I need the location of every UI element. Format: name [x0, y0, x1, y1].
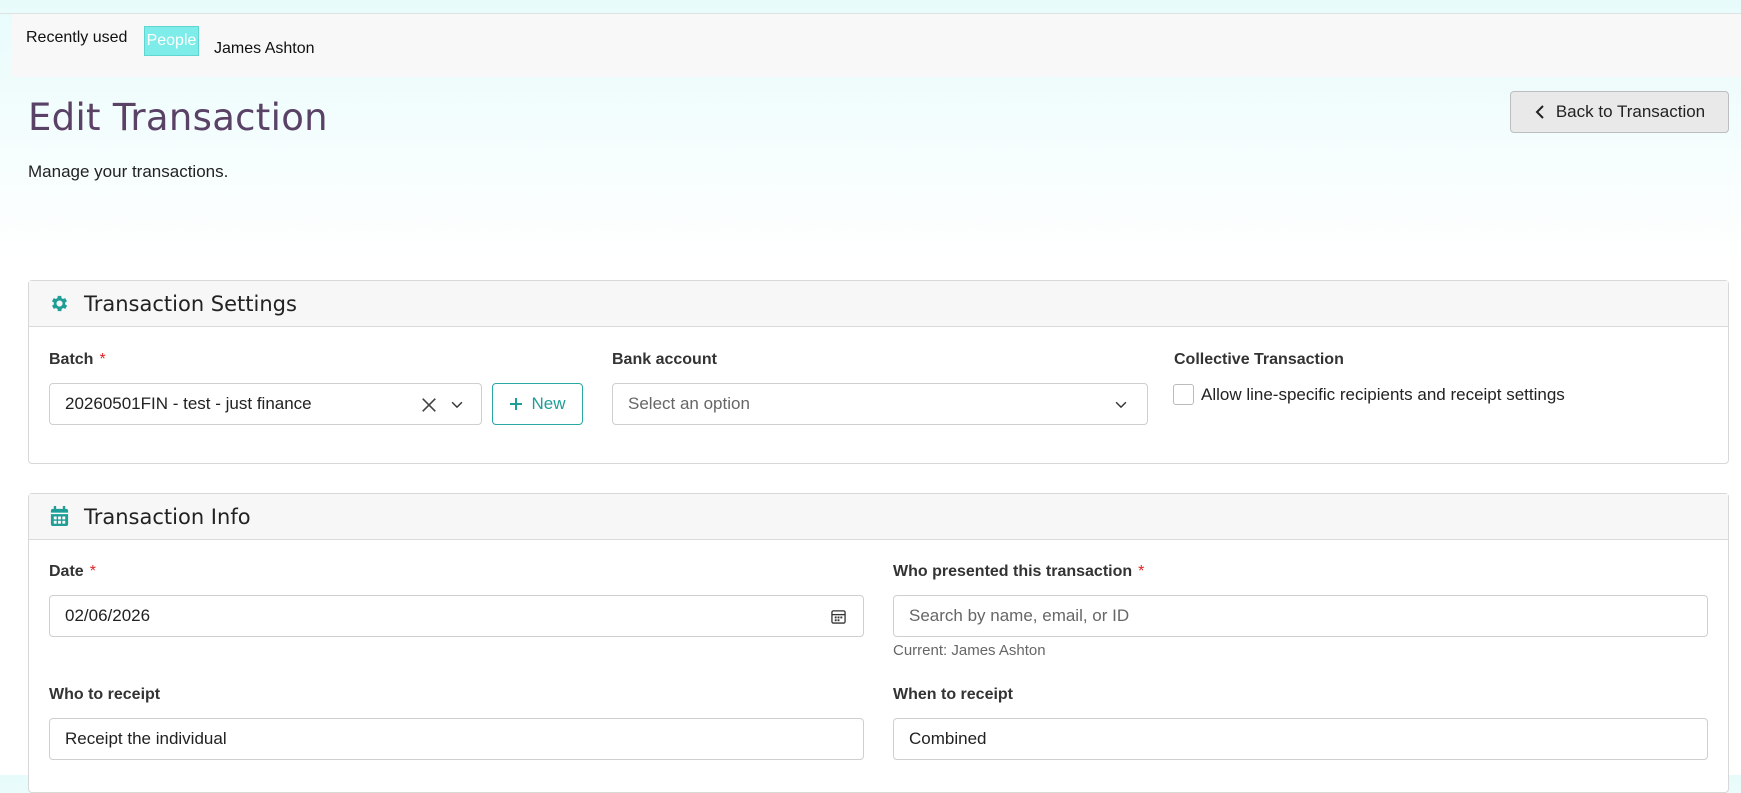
presenter-search-input[interactable]: Search by name, email, or ID: [893, 595, 1708, 637]
recent-person-link[interactable]: James Ashton: [214, 40, 315, 58]
transaction-settings-title: Transaction Settings: [84, 291, 297, 316]
people-chip[interactable]: People: [144, 26, 199, 56]
chevron-down-icon[interactable]: [1111, 395, 1131, 415]
presenter-label-text: Who presented this transaction: [893, 563, 1133, 580]
calendar-picker-icon[interactable]: [829, 607, 847, 625]
when-to-receipt-value: Combined: [909, 729, 987, 748]
back-to-transaction-button[interactable]: Back to Transaction: [1510, 91, 1729, 133]
who-to-receipt-label: Who to receipt: [49, 686, 161, 703]
who-to-receipt-value: Receipt the individual: [65, 729, 227, 748]
required-marker: *: [89, 563, 96, 580]
bank-account-label: Bank account: [612, 351, 717, 368]
chevron-down-icon[interactable]: [447, 395, 467, 415]
required-marker: *: [1138, 563, 1145, 580]
bank-account-select[interactable]: Select an option: [612, 383, 1148, 425]
clear-icon[interactable]: [419, 395, 439, 415]
transaction-info-card: Transaction Info Date * 02/06/2026 Who pr…: [28, 493, 1729, 793]
collective-checkbox[interactable]: [1173, 384, 1194, 405]
date-input[interactable]: 02/06/2026: [49, 595, 864, 637]
presenter-placeholder: Search by name, email, or ID: [909, 606, 1130, 625]
presenter-label: Who presented this transaction *: [893, 563, 1144, 581]
collective-checkbox-label[interactable]: Allow line-specific recipients and recei…: [1201, 385, 1565, 405]
current-presenter-hint: Current: James Ashton: [893, 642, 1046, 659]
transaction-info-title: Transaction Info: [84, 504, 251, 529]
date-label: Date *: [49, 563, 96, 581]
batch-select-value: 20260501FIN - test - just finance: [65, 394, 312, 413]
new-batch-button[interactable]: New: [492, 383, 583, 425]
collective-transaction-label: Collective Transaction: [1174, 351, 1344, 368]
new-button-label: New: [531, 394, 566, 413]
who-to-receipt-select[interactable]: Receipt the individual: [49, 718, 864, 760]
required-marker: *: [99, 351, 106, 368]
date-label-text: Date: [49, 563, 84, 580]
batch-label-text: Batch: [49, 351, 94, 368]
recently-used-label: Recently used: [26, 29, 128, 46]
calendar-icon: [49, 506, 70, 527]
page-subtitle: Manage your transactions.: [28, 162, 229, 181]
transaction-info-header: Transaction Info: [29, 494, 1728, 540]
when-to-receipt-select[interactable]: Combined: [893, 718, 1708, 760]
date-value: 02/06/2026: [65, 606, 151, 625]
plus-icon: [509, 397, 523, 411]
bank-account-placeholder: Select an option: [628, 394, 750, 413]
when-to-receipt-label: When to receipt: [893, 686, 1014, 703]
recently-used-bar: Recently used People James Ashton: [12, 14, 1741, 77]
transaction-settings-card: Transaction Settings Batch * 20260501FIN …: [28, 280, 1729, 464]
transaction-settings-header: Transaction Settings: [29, 281, 1728, 327]
chevron-left-icon: [1534, 105, 1546, 119]
batch-label: Batch *: [49, 351, 106, 369]
gear-icon: [49, 293, 70, 314]
page-title: Edit Transaction: [28, 96, 328, 139]
back-button-label: Back to Transaction: [1555, 102, 1706, 121]
batch-select[interactable]: 20260501FIN - test - just finance: [49, 383, 482, 425]
